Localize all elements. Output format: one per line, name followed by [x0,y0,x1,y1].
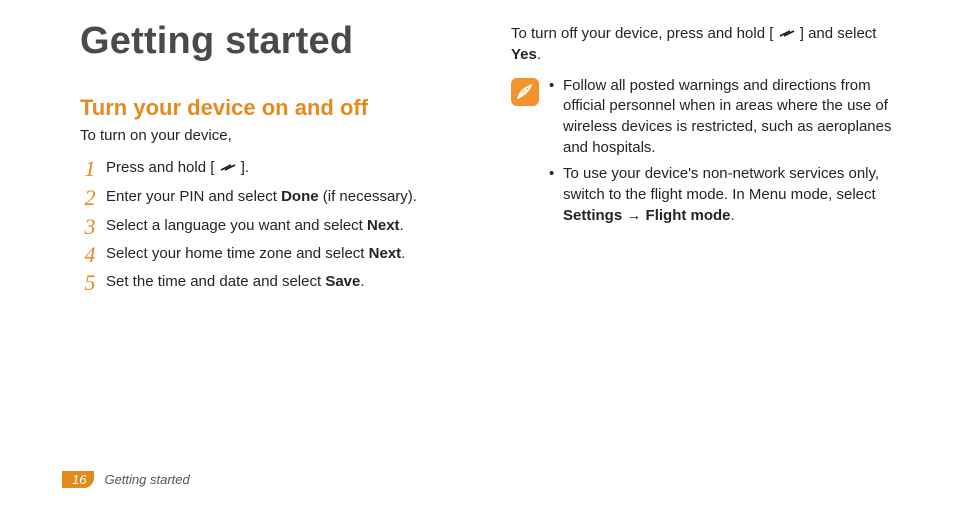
step-number: 5 [80,268,100,298]
note-icon [511,78,539,106]
note-bullet: Follow all posted warnings and direction… [549,76,894,159]
step-item: 4 Select your home time zone and select … [80,240,463,268]
step-text: . [400,217,404,234]
step-text: (if necessary). [319,188,417,205]
step-item: 3 Select a language you want and select … [80,212,463,240]
note-bullets: Follow all posted warnings and direction… [549,76,894,233]
step-item: 1 Press and hold [ ]. [80,154,463,183]
step-number: 3 [80,212,100,242]
step-number: 4 [80,240,100,270]
note-block: Follow all posted warnings and direction… [511,76,894,233]
chapter-title: Getting started [80,20,463,63]
section-lead: To turn on your device, [80,127,463,144]
footer-chapter-label: Getting started [104,472,189,487]
step-text: . [360,273,364,290]
step-text: Select your home time zone and select [106,245,369,262]
step-text: Set the time and date and select [106,273,325,290]
section-heading: Turn your device on and off [80,95,463,121]
step-bold: Next [369,245,402,262]
step-bold: Next [367,217,400,234]
step-item: 5 Set the time and date and select Save. [80,268,463,296]
power-key-icon [778,25,796,45]
note-bullet: To use your device's non-network service… [549,164,894,226]
page-footer: 16 Getting started [62,471,190,488]
step-text: Select a language you want and select [106,217,367,234]
step-item: 2 Enter your PIN and select Done (if nec… [80,183,463,211]
step-text: ]. [241,159,249,176]
page-number-badge: 16 [62,471,94,488]
step-text: Press and hold [ [106,159,214,176]
power-key-icon [219,159,237,179]
step-number: 1 [80,154,100,184]
turn-off-instruction: To turn off your device, press and hold … [511,24,894,66]
steps-list: 1 Press and hold [ ]. 2 Enter your PIN a… [80,154,463,296]
step-text: . [401,245,405,262]
step-text: Enter your PIN and select [106,188,281,205]
step-bold: Done [281,188,319,205]
step-number: 2 [80,183,100,213]
step-bold: Save [325,273,360,290]
